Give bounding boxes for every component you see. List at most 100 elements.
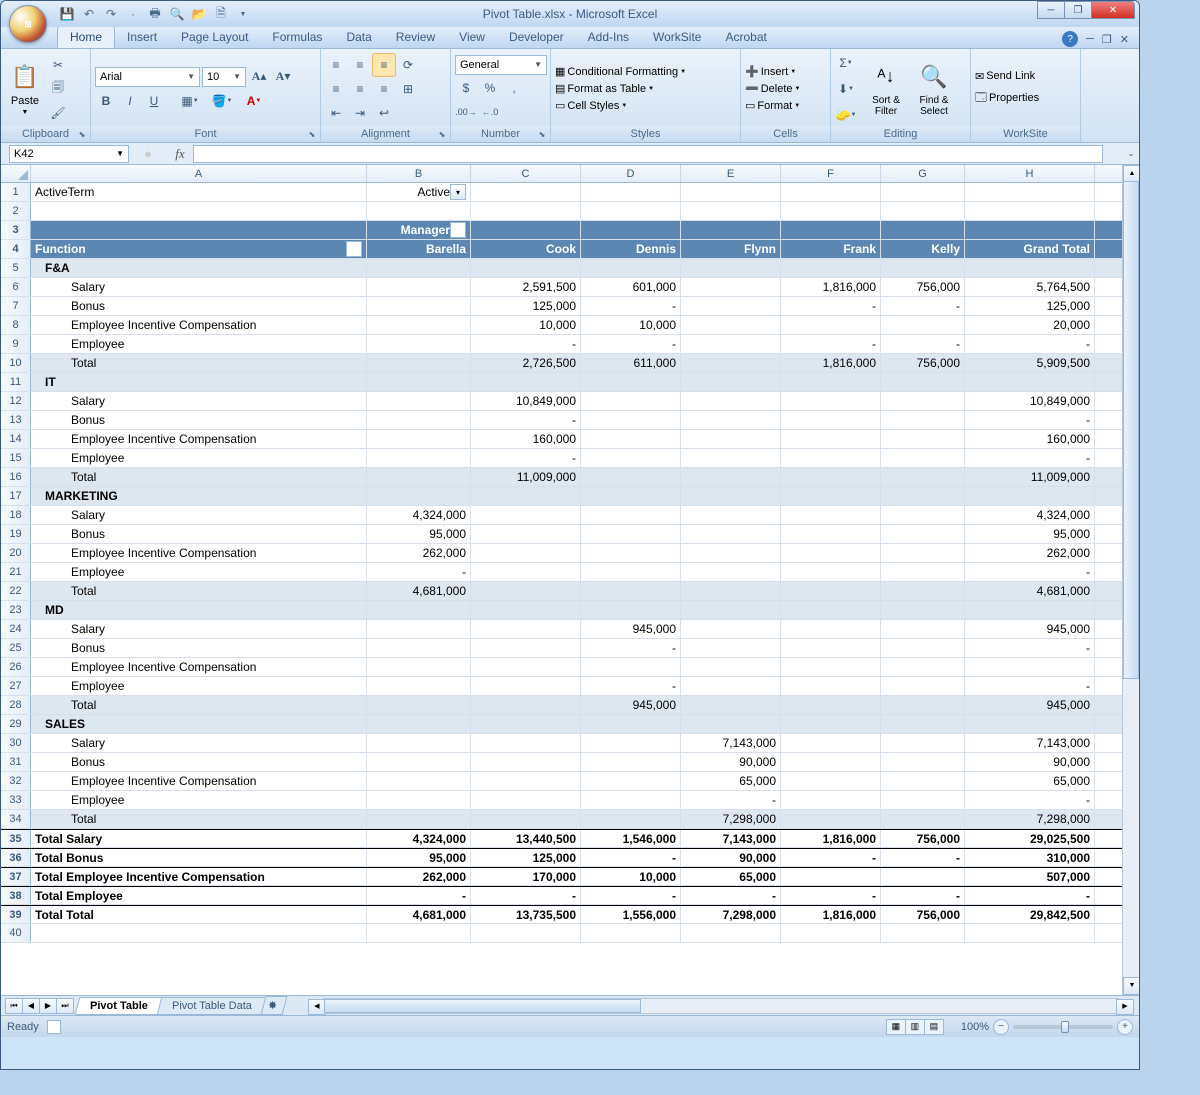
cell[interactable]: Bonus — [31, 411, 367, 429]
save-icon[interactable]: 💾 — [57, 4, 77, 24]
cell[interactable]: Employee — [31, 677, 367, 695]
normal-view-icon[interactable]: ▦ — [886, 1019, 906, 1035]
row-header[interactable]: 34 — [1, 810, 31, 828]
cell[interactable] — [881, 449, 965, 467]
row-header[interactable]: 6 — [1, 278, 31, 296]
cell[interactable] — [581, 601, 681, 619]
tab-addins[interactable]: Add-Ins — [576, 27, 641, 48]
cell[interactable] — [681, 297, 781, 315]
cell[interactable] — [581, 734, 681, 752]
cell[interactable] — [471, 525, 581, 543]
cell[interactable]: 4,681,000 — [367, 582, 471, 600]
cell[interactable]: 262,000 — [367, 868, 471, 885]
format-as-table-button[interactable]: ▤ Format as Table ▼ — [555, 82, 686, 95]
cell[interactable]: 262,000 — [367, 544, 471, 562]
border-button[interactable]: ▦▼ — [175, 90, 205, 112]
cell[interactable]: 4,324,000 — [367, 506, 471, 524]
col-header-h[interactable]: H — [965, 165, 1095, 182]
page-break-view-icon[interactable]: ▤ — [924, 1019, 944, 1035]
merge-icon[interactable]: ⊞ — [397, 78, 419, 100]
cell[interactable] — [581, 582, 681, 600]
cell[interactable]: - — [471, 335, 581, 353]
cell[interactable] — [681, 335, 781, 353]
preview-icon[interactable]: 🔍 — [167, 4, 187, 24]
cell[interactable] — [881, 525, 965, 543]
cell[interactable]: Total Total — [31, 906, 367, 923]
name-box[interactable]: K42▼ — [9, 145, 129, 163]
cell[interactable]: - — [781, 297, 881, 315]
row-header[interactable]: 39 — [1, 906, 31, 923]
row-header[interactable]: 32 — [1, 772, 31, 790]
mdi-minimize-icon[interactable]: ─ — [1086, 33, 1094, 45]
cell[interactable]: ActiveTerm — [31, 183, 367, 201]
cell[interactable]: 2,591,500 — [471, 278, 581, 296]
horizontal-scrollbar[interactable] — [323, 998, 1119, 1014]
tab-page-layout[interactable]: Page Layout — [169, 27, 260, 48]
cell[interactable]: 4,324,000 — [965, 506, 1095, 524]
send-link-button[interactable]: ✉ Send Link — [975, 70, 1039, 83]
cell[interactable] — [881, 373, 965, 391]
cell[interactable] — [881, 468, 965, 486]
tab-data[interactable]: Data — [334, 27, 383, 48]
cell[interactable]: Employee Incentive Compensation — [31, 316, 367, 334]
redo-icon[interactable]: ↷ — [101, 4, 121, 24]
cell[interactable]: - — [471, 887, 581, 904]
expand-formula-bar-icon[interactable]: ⌄ — [1123, 149, 1139, 158]
cell[interactable]: IT — [31, 373, 367, 391]
new-icon[interactable]: 🗎 — [211, 4, 231, 24]
italic-button[interactable]: I — [119, 90, 141, 112]
cell[interactable]: 160,000 — [471, 430, 581, 448]
cell[interactable] — [367, 620, 471, 638]
fill-icon[interactable]: ⬇▼ — [835, 78, 857, 100]
cell[interactable] — [781, 868, 881, 885]
cell[interactable]: MD — [31, 601, 367, 619]
row-header[interactable]: 36 — [1, 849, 31, 866]
cell[interactable] — [781, 620, 881, 638]
font-launcher-icon[interactable]: ⬊ — [306, 128, 318, 140]
cell[interactable] — [781, 392, 881, 410]
cell[interactable]: 11,009,000 — [471, 468, 581, 486]
cell[interactable] — [881, 810, 965, 828]
cell[interactable]: Salary — [31, 734, 367, 752]
cell[interactable]: 1,816,000 — [781, 354, 881, 372]
cell[interactable]: 4,324,000 — [367, 830, 471, 847]
cell[interactable] — [681, 639, 781, 657]
cell[interactable]: Employee — [31, 791, 367, 809]
cell[interactable] — [581, 810, 681, 828]
comma-icon[interactable]: , — [503, 77, 525, 99]
cell[interactable]: Total — [31, 468, 367, 486]
cell[interactable]: - — [965, 335, 1095, 353]
cell[interactable] — [681, 487, 781, 505]
cell[interactable] — [581, 411, 681, 429]
number-launcher-icon[interactable]: ⬊ — [536, 128, 548, 140]
cell[interactable]: 20,000 — [965, 316, 1095, 334]
tab-developer[interactable]: Developer — [497, 27, 576, 48]
horizontal-scroll-thumb[interactable] — [324, 999, 642, 1013]
cell[interactable]: - — [781, 335, 881, 353]
cell[interactable] — [781, 677, 881, 695]
cell[interactable]: Total — [31, 582, 367, 600]
mdi-restore-icon[interactable]: ❐ — [1102, 33, 1112, 46]
cell[interactable] — [781, 753, 881, 771]
cell[interactable] — [681, 259, 781, 277]
cell[interactable]: Employee Incentive Compensation — [31, 430, 367, 448]
cell[interactable]: 90,000 — [681, 753, 781, 771]
cell[interactable]: 5,764,500 — [965, 278, 1095, 296]
row-header[interactable]: 12 — [1, 392, 31, 410]
sheet-prev-icon[interactable]: ◀ — [22, 998, 40, 1014]
cell[interactable] — [681, 430, 781, 448]
cell[interactable]: 2,726,500 — [471, 354, 581, 372]
row-header[interactable]: 5 — [1, 259, 31, 277]
cell[interactable]: - — [965, 411, 1095, 429]
orientation-icon[interactable]: ⟳ — [397, 54, 419, 76]
cell[interactable] — [881, 677, 965, 695]
cell[interactable] — [471, 601, 581, 619]
cell[interactable]: Grand Total — [965, 240, 1095, 258]
cell[interactable]: Salary — [31, 278, 367, 296]
cell[interactable] — [881, 411, 965, 429]
cell[interactable] — [881, 544, 965, 562]
cell[interactable] — [681, 183, 781, 201]
cell[interactable] — [781, 601, 881, 619]
bold-button[interactable]: B — [95, 90, 117, 112]
new-sheet-button[interactable]: ✸ — [260, 996, 287, 1015]
